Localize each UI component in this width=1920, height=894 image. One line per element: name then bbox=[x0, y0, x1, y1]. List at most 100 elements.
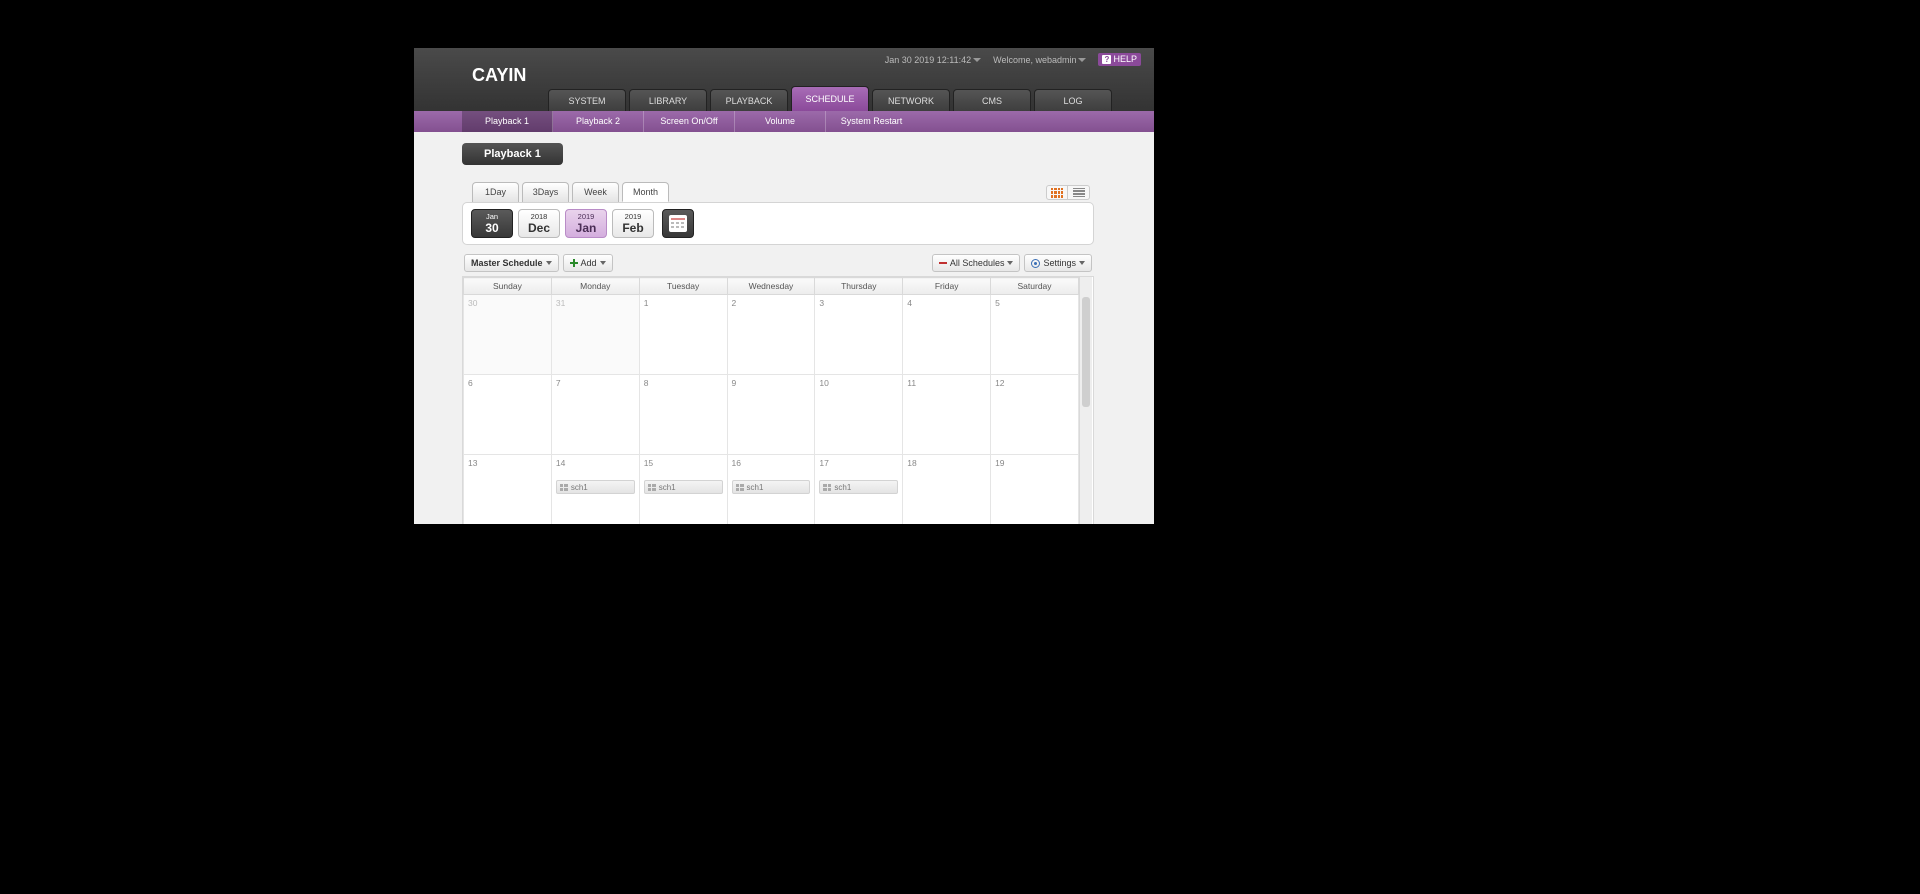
calendar-cell[interactable]: 14 sch1 bbox=[551, 455, 639, 525]
weekday-header: Sunday bbox=[464, 278, 552, 295]
list-icon bbox=[1073, 188, 1085, 198]
help-icon: ? bbox=[1102, 55, 1111, 64]
event-icon bbox=[823, 484, 831, 491]
calendar-cell[interactable]: 13 bbox=[464, 455, 552, 525]
event-icon bbox=[560, 484, 568, 491]
day-number: 6 bbox=[468, 378, 547, 388]
curr-year-label: 2019 bbox=[566, 213, 606, 221]
calendar-cell[interactable]: 30 bbox=[464, 295, 552, 375]
calendar-cell[interactable]: 31 bbox=[551, 295, 639, 375]
datetime-dropdown[interactable]: Jan 30 2019 12:11:42 bbox=[885, 55, 981, 65]
calendar-cell[interactable]: 9 bbox=[727, 375, 815, 455]
schedule-event[interactable]: sch1 bbox=[732, 480, 811, 494]
event-icon bbox=[648, 484, 656, 491]
calendar-cell[interactable]: 18 bbox=[903, 455, 991, 525]
next-month-button[interactable]: 2019 Feb bbox=[612, 209, 654, 238]
calendar-cell[interactable]: 16sch1 bbox=[727, 455, 815, 525]
sub-nav-system-restart[interactable]: System Restart bbox=[826, 111, 917, 132]
gear-icon bbox=[1031, 259, 1040, 268]
app-window: CAYIN Jan 30 2019 12:11:42 Welcome, weba… bbox=[414, 48, 1154, 524]
event-icon bbox=[736, 484, 744, 491]
calendar-cell[interactable]: 6 bbox=[464, 375, 552, 455]
event-label: sch1 bbox=[571, 483, 588, 492]
day-number: 14 bbox=[556, 458, 635, 468]
main-nav-network[interactable]: NETWORK bbox=[872, 89, 950, 111]
grid-view-button[interactable] bbox=[1046, 185, 1068, 200]
day-number: 17 bbox=[819, 458, 898, 468]
next-year-label: 2019 bbox=[613, 213, 653, 221]
grid-icon bbox=[1051, 188, 1063, 198]
calendar-grid: SundayMondayTuesdayWednesdayThursdayFrid… bbox=[463, 277, 1079, 524]
schedule-event[interactable]: sch1 bbox=[556, 480, 635, 494]
list-view-button[interactable] bbox=[1068, 185, 1090, 200]
curr-month-label: Jan bbox=[566, 221, 606, 235]
calendar-cell[interactable]: 10 bbox=[815, 375, 903, 455]
help-label: HELP bbox=[1113, 53, 1137, 66]
add-label: Add bbox=[581, 258, 597, 268]
today-button[interactable]: Jan 30 bbox=[471, 209, 513, 238]
top-bar: CAYIN Jan 30 2019 12:11:42 Welcome, weba… bbox=[414, 48, 1154, 111]
calendar-cell[interactable]: 7 bbox=[551, 375, 639, 455]
main-nav-playback[interactable]: PLAYBACK bbox=[710, 89, 788, 111]
sub-nav-playback-2[interactable]: Playback 2 bbox=[553, 111, 644, 132]
view-tab-1day[interactable]: 1Day bbox=[472, 182, 519, 202]
chevron-down-icon bbox=[1079, 261, 1085, 265]
event-label: sch1 bbox=[834, 483, 851, 492]
sub-nav-volume[interactable]: Volume bbox=[735, 111, 826, 132]
all-schedules-dropdown[interactable]: All Schedules bbox=[932, 254, 1021, 272]
calendar-cell[interactable]: 5 bbox=[991, 295, 1079, 375]
view-tab-week[interactable]: Week bbox=[572, 182, 619, 202]
status-area: Jan 30 2019 12:11:42 Welcome, webadmin ?… bbox=[885, 53, 1141, 66]
schedule-toolbar: Master Schedule Add All Schedules Settin… bbox=[462, 254, 1094, 272]
day-number: 8 bbox=[644, 378, 723, 388]
sub-nav-screen-on-off[interactable]: Screen On/Off bbox=[644, 111, 735, 132]
calendar-cell[interactable]: 8 bbox=[639, 375, 727, 455]
calendar-cell[interactable]: 12 bbox=[991, 375, 1079, 455]
calendar-cell[interactable]: 1 bbox=[639, 295, 727, 375]
calendar-cell[interactable]: 3 bbox=[815, 295, 903, 375]
help-button[interactable]: ?HELP bbox=[1098, 53, 1141, 66]
sub-nav-playback-1[interactable]: Playback 1 bbox=[462, 111, 553, 132]
main-nav-library[interactable]: LIBRARY bbox=[629, 89, 707, 111]
main-nav-system[interactable]: SYSTEM bbox=[548, 89, 626, 111]
calendar-scrollbar[interactable] bbox=[1079, 277, 1092, 524]
day-number: 7 bbox=[556, 378, 635, 388]
add-button[interactable]: Add bbox=[563, 254, 613, 272]
current-month-button[interactable]: 2019 Jan bbox=[565, 209, 607, 238]
weekday-header: Saturday bbox=[991, 278, 1079, 295]
main-nav-schedule[interactable]: SCHEDULE bbox=[791, 86, 869, 111]
scrollbar-thumb[interactable] bbox=[1082, 297, 1090, 407]
user-dropdown[interactable]: Welcome, webadmin bbox=[993, 55, 1086, 65]
brand-logo: CAYIN bbox=[472, 65, 526, 86]
day-number: 18 bbox=[907, 458, 986, 468]
settings-label: Settings bbox=[1043, 258, 1076, 268]
day-number: 1 bbox=[644, 298, 723, 308]
view-tab-month[interactable]: Month bbox=[622, 182, 669, 202]
schedule-event[interactable]: sch1 bbox=[819, 480, 898, 494]
chevron-down-icon bbox=[600, 261, 606, 265]
prev-month-label: Dec bbox=[519, 221, 559, 235]
calendar-cell[interactable]: 17 sch1 bbox=[815, 455, 903, 525]
day-number: 30 bbox=[468, 298, 547, 308]
calendar-cell[interactable]: 19 bbox=[991, 455, 1079, 525]
calendar-container: SundayMondayTuesdayWednesdayThursdayFrid… bbox=[462, 276, 1094, 524]
prev-month-button[interactable]: 2018 Dec bbox=[518, 209, 560, 238]
settings-dropdown[interactable]: Settings bbox=[1024, 254, 1092, 272]
date-picker-button[interactable] bbox=[662, 209, 694, 238]
main-nav-log[interactable]: LOG bbox=[1034, 89, 1112, 111]
day-number: 5 bbox=[995, 298, 1074, 308]
calendar-cell[interactable]: 15sch1 bbox=[639, 455, 727, 525]
calendar-cell[interactable]: 4 bbox=[903, 295, 991, 375]
master-schedule-dropdown[interactable]: Master Schedule bbox=[464, 254, 559, 272]
weekday-header: Monday bbox=[551, 278, 639, 295]
calendar-cell[interactable]: 11 bbox=[903, 375, 991, 455]
view-tab-3days[interactable]: 3Days bbox=[522, 182, 569, 202]
main-nav-cms[interactable]: CMS bbox=[953, 89, 1031, 111]
schedule-event[interactable]: sch1 bbox=[644, 480, 723, 494]
main-nav: SYSTEMLIBRARYPLAYBACKSCHEDULENETWORKCMSL… bbox=[548, 89, 1154, 111]
day-number: 11 bbox=[907, 378, 986, 388]
calendar-cell[interactable]: 2 bbox=[727, 295, 815, 375]
chevron-down-icon bbox=[973, 58, 981, 62]
page-title: Playback 1 bbox=[462, 143, 563, 165]
sub-nav: Playback 1Playback 2Screen On/OffVolumeS… bbox=[414, 111, 1154, 132]
